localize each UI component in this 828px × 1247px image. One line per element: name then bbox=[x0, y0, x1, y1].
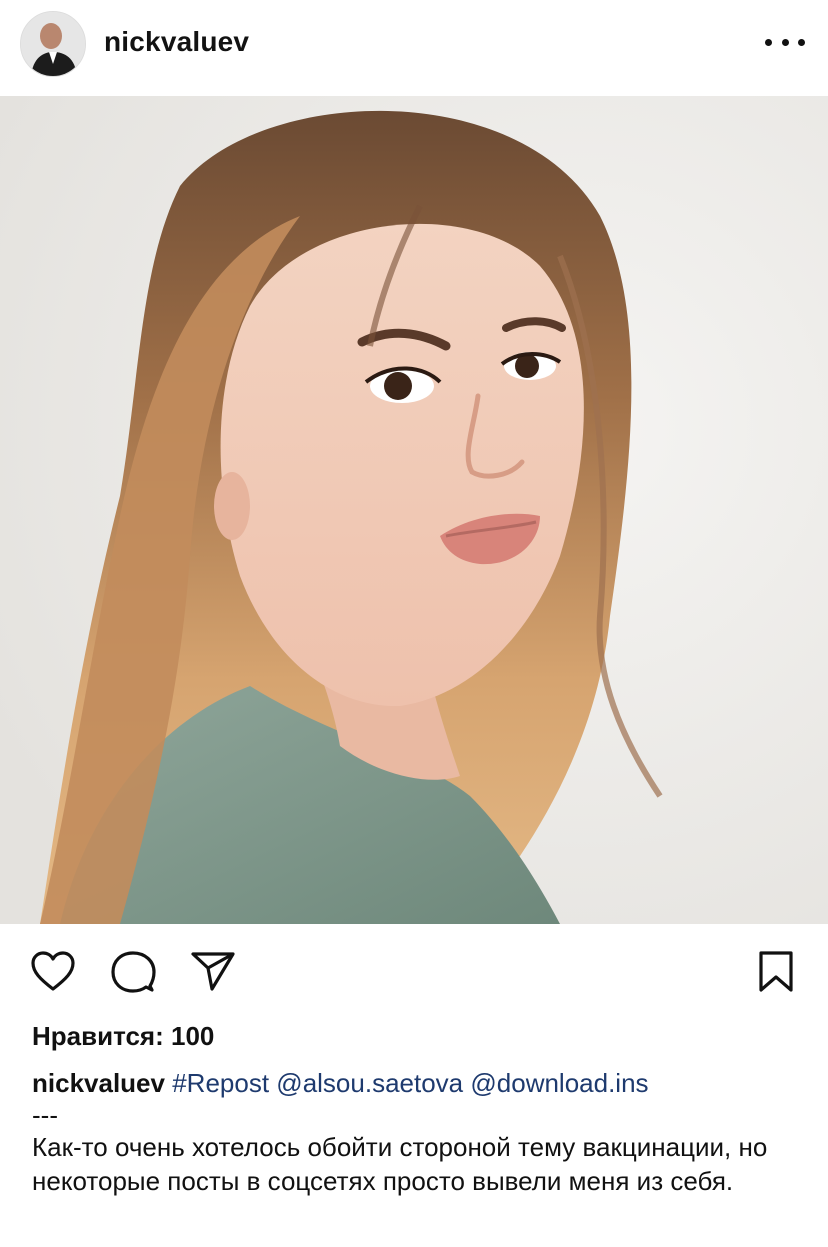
caption-text: Как-то очень хотелось обойти стороной те… bbox=[32, 1132, 768, 1196]
hashtag-link[interactable]: #Repost bbox=[172, 1068, 269, 1098]
caption-username[interactable]: nickvaluev bbox=[32, 1068, 165, 1098]
heart-icon[interactable] bbox=[30, 950, 76, 992]
avatar-image bbox=[21, 12, 85, 76]
post-caption: nickvaluev #Repost @alsou.saetova @downl… bbox=[32, 1066, 802, 1198]
send-icon[interactable] bbox=[190, 950, 236, 992]
post-author-username[interactable]: nickvaluev bbox=[104, 24, 249, 60]
avatar[interactable] bbox=[20, 11, 86, 77]
caption-separator: --- bbox=[32, 1100, 58, 1130]
likes-count[interactable]: Нравится: 100 bbox=[32, 1021, 214, 1051]
post-header: nickvaluev bbox=[0, 0, 828, 96]
post-image[interactable] bbox=[0, 96, 828, 924]
portrait-image bbox=[0, 96, 828, 924]
mention-link[interactable]: @download.ins bbox=[470, 1068, 648, 1098]
bookmark-icon[interactable] bbox=[757, 950, 795, 994]
comment-icon[interactable] bbox=[110, 950, 156, 994]
mention-link[interactable]: @alsou.saetova bbox=[276, 1068, 463, 1098]
post-actions bbox=[0, 924, 828, 1019]
more-options-icon[interactable] bbox=[765, 30, 805, 54]
